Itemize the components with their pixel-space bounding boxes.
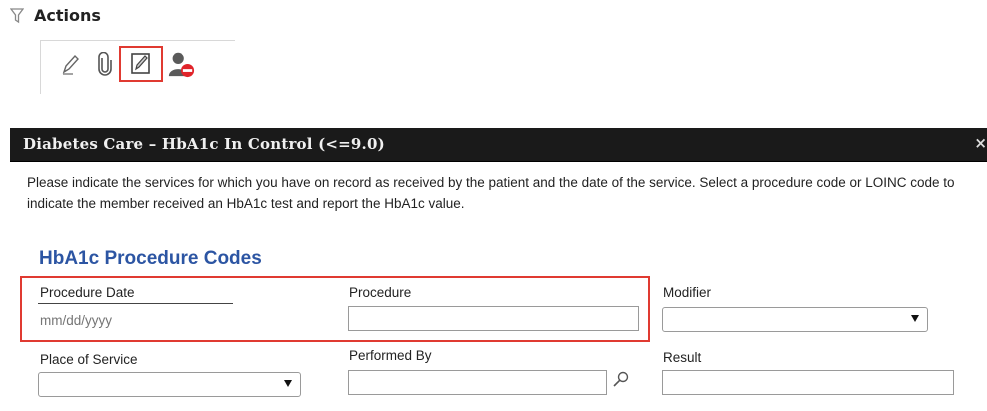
actions-divider — [40, 40, 235, 41]
procedure-input[interactable] — [348, 306, 639, 331]
search-icon[interactable] — [612, 370, 630, 388]
dialog-instructions: Please indicate the services for which y… — [27, 175, 955, 211]
edit-form-icon — [131, 53, 150, 74]
edit-form-button[interactable] — [119, 46, 163, 82]
modifier-label: Modifier — [663, 285, 712, 300]
pencil-icon[interactable] — [56, 49, 84, 79]
actions-panel: Actions — [0, 0, 240, 95]
procedure-date-underline — [38, 303, 233, 304]
place-of-service-select[interactable] — [38, 372, 301, 397]
chevron-down-icon — [284, 380, 292, 387]
result-label: Result — [663, 350, 702, 365]
place-of-service-label: Place of Service — [40, 352, 138, 367]
procedure-date-label: Procedure Date — [40, 285, 135, 300]
procedure-date-input[interactable] — [38, 308, 233, 333]
chevron-down-icon — [911, 315, 919, 322]
actions-divider-vertical — [40, 40, 41, 94]
result-input[interactable] — [662, 370, 954, 395]
dialog-title: Diabetes Care – HbA1c In Control (<=9.0) — [23, 135, 385, 153]
performed-by-label: Performed By — [349, 348, 432, 363]
actions-header: Actions — [9, 6, 101, 25]
close-button[interactable]: × — [974, 134, 987, 152]
performed-by-input[interactable] — [348, 370, 607, 395]
filter-icon[interactable] — [9, 7, 25, 24]
diabetes-care-dialog: Diabetes Care – HbA1c In Control (<=9.0)… — [10, 128, 987, 411]
section-heading: HbA1c Procedure Codes — [39, 248, 262, 269]
dialog-titlebar: Diabetes Care – HbA1c In Control (<=9.0)… — [10, 128, 987, 162]
remove-user-icon[interactable] — [167, 49, 195, 79]
modifier-select[interactable] — [662, 307, 928, 332]
paperclip-icon[interactable] — [91, 49, 119, 79]
actions-title: Actions — [34, 6, 101, 25]
procedure-label: Procedure — [349, 285, 412, 300]
